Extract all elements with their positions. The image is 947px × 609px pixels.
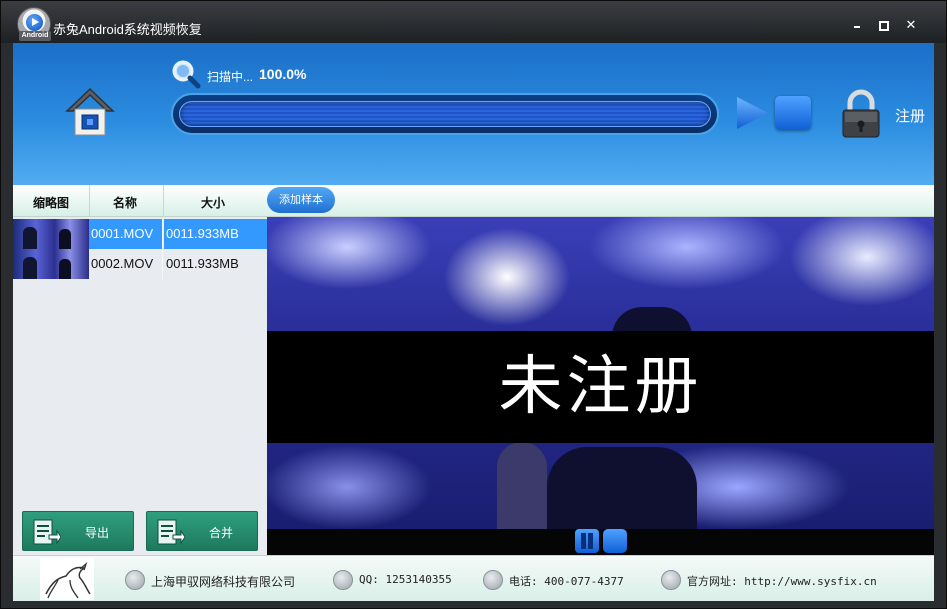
- scan-label: 扫描中...: [207, 70, 254, 84]
- lock-icon[interactable]: [839, 89, 883, 139]
- export-icon: [33, 519, 61, 545]
- file-row[interactable]: 0001.MOV 0011.933MB: [13, 219, 267, 249]
- export-button[interactable]: 导出: [22, 511, 134, 551]
- play-icon: [737, 97, 768, 129]
- stop-button[interactable]: [603, 529, 627, 553]
- register-link[interactable]: 注册: [895, 105, 925, 126]
- stop-scan-button[interactable]: [775, 96, 811, 130]
- company-logo-icon: [40, 558, 94, 600]
- column-thumbnail[interactable]: 缩略图: [33, 194, 69, 211]
- scan-progress-bar: [171, 93, 719, 135]
- app-logo-icon: Android: [17, 7, 51, 41]
- unregistered-banner: 未注册: [267, 331, 934, 443]
- company-name: 上海甲驭网络科技有限公司: [151, 575, 296, 589]
- column-size[interactable]: 大小: [201, 194, 225, 211]
- file-name: 0002.MOV: [89, 249, 163, 279]
- file-row[interactable]: 0002.MOV 0011.933MB: [13, 249, 267, 279]
- column-name[interactable]: 名称: [113, 194, 137, 211]
- footer: 上海甲驭网络科技有限公司 QQ: 1253140355 电话: 400-077-…: [13, 555, 934, 601]
- globe-icon: [661, 570, 681, 590]
- file-list-panel: 缩略图 名称 大小 0001.MOV 0011.933MB 0002.MOV 0…: [13, 185, 267, 555]
- website-url: 官方网址: http://www.sysfix.cn: [687, 575, 877, 588]
- preview-toolbar: 添加样本: [267, 185, 934, 217]
- phone-icon: [483, 570, 503, 590]
- title-bar: Android 赤兔Android系统视频恢复 ✕: [1, 1, 946, 43]
- merge-button[interactable]: 合并: [146, 511, 258, 551]
- search-icon: [171, 59, 201, 89]
- add-sample-button[interactable]: 添加样本: [267, 187, 335, 213]
- logo-badge: Android: [19, 31, 51, 41]
- play-icon: [26, 14, 43, 31]
- scan-progress-fill: [179, 101, 711, 127]
- app-window: Android 赤兔Android系统视频恢复 ✕ 扫描中... 100.0% …: [0, 0, 947, 609]
- video-thumbnail: [13, 249, 89, 279]
- video-preview[interactable]: 未注册: [267, 217, 934, 529]
- qq-icon: [333, 570, 353, 590]
- company-icon: [125, 570, 145, 590]
- playback-controls: [267, 529, 934, 555]
- minimize-button[interactable]: [847, 15, 867, 35]
- home-icon[interactable]: [63, 85, 117, 139]
- file-size: 0011.933MB: [166, 256, 239, 271]
- maximize-button[interactable]: [873, 15, 893, 35]
- close-icon: ✕: [905, 17, 917, 32]
- phone-number: 电话: 400-077-4377: [509, 575, 624, 588]
- column-divider: [89, 185, 90, 217]
- export-label: 导出: [85, 526, 110, 540]
- pause-button[interactable]: [575, 529, 599, 553]
- video-figure: [497, 442, 547, 529]
- app-title: 赤兔Android系统视频恢复: [53, 22, 202, 37]
- file-list-header: 缩略图 名称 大小: [13, 185, 267, 217]
- scan-percent: 100.0%: [259, 66, 307, 82]
- close-button[interactable]: ✕: [901, 15, 921, 35]
- column-divider: [163, 185, 164, 217]
- qq-number: QQ: 1253140355: [359, 573, 452, 586]
- header-band: 扫描中... 100.0% 注册: [13, 43, 934, 185]
- start-scan-button[interactable]: [735, 96, 769, 130]
- file-size: 0011.933MB: [164, 219, 267, 249]
- merge-icon: [157, 519, 185, 545]
- video-thumbnail: [13, 219, 89, 249]
- merge-label: 合并: [209, 526, 234, 540]
- video-figure: [547, 447, 697, 529]
- unregistered-watermark: 未注册: [498, 350, 703, 424]
- file-name: 0001.MOV: [89, 219, 163, 249]
